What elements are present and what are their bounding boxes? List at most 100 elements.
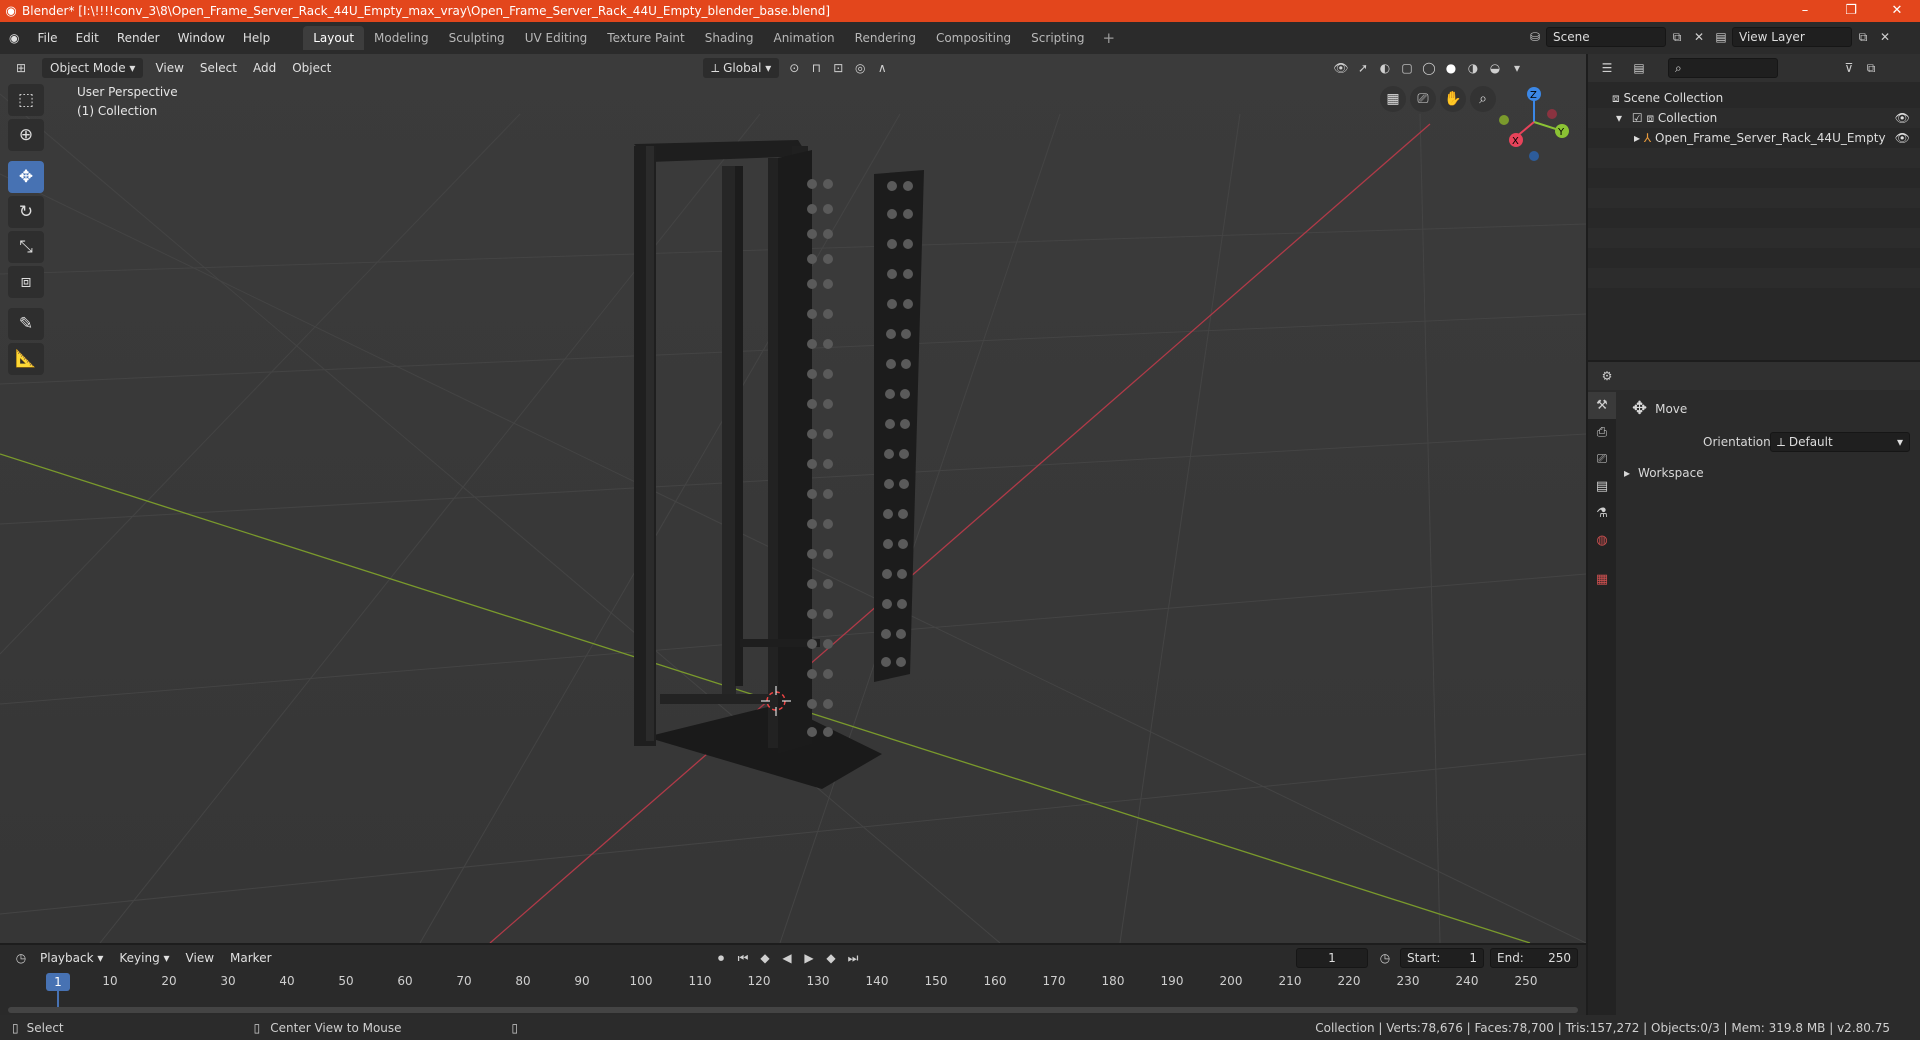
render-tab-icon[interactable]: ⎙ xyxy=(1588,419,1616,446)
editor-type-icon[interactable]: ⊞ xyxy=(10,58,32,78)
move-tool-icon[interactable]: ✥ xyxy=(8,161,44,193)
gizmo-toggle-icon[interactable]: ➚ xyxy=(1352,58,1374,78)
play-reverse-icon[interactable]: ◀ xyxy=(776,948,798,968)
snap-target-icon[interactable]: ⊡ xyxy=(827,58,849,78)
zoom-view-icon[interactable]: ⌕ xyxy=(1470,86,1496,112)
display-mode-icon[interactable]: ▤ xyxy=(1628,58,1650,78)
transform-orientation-dropdown[interactable]: ⟂ Global ▾ xyxy=(703,58,780,78)
select-box-tool-icon[interactable]: ⬚ xyxy=(8,84,44,116)
wireframe-shading-icon[interactable]: ◯ xyxy=(1418,58,1440,78)
close-button[interactable]: ✕ xyxy=(1874,0,1920,22)
tab-sculpting[interactable]: Sculpting xyxy=(439,26,515,50)
menu-help[interactable]: Help xyxy=(234,26,279,50)
view-layer-field[interactable]: View Layer xyxy=(1732,27,1852,47)
timeline-menu-keying[interactable]: Keying ▾ xyxy=(111,951,177,965)
xray-icon[interactable]: ▢ xyxy=(1396,58,1418,78)
view-layer-tab-icon[interactable]: ▤ xyxy=(1588,473,1616,500)
viewport-menu-object[interactable]: Object xyxy=(284,61,339,75)
tab-layout[interactable]: Layout xyxy=(303,26,365,50)
blender-menu-icon[interactable]: ◉ xyxy=(0,26,28,50)
object-mode-dropdown[interactable]: Object Mode ▾ xyxy=(42,58,144,78)
scene-name-field[interactable]: Scene xyxy=(1546,27,1666,47)
tool-tab-icon[interactable]: ⚒ xyxy=(1588,392,1616,419)
properties-editor-icon[interactable]: ⚙ xyxy=(1596,366,1618,386)
prev-keyframe-icon[interactable]: ◆ xyxy=(754,948,776,968)
falloff-icon[interactable]: ∧ xyxy=(871,58,893,78)
viewport-menu-select[interactable]: Select xyxy=(192,61,245,75)
cursor-tool-icon[interactable]: ⊕ xyxy=(8,119,44,151)
material-shading-icon[interactable]: ◑ xyxy=(1462,58,1484,78)
proportional-edit-icon[interactable]: ◎ xyxy=(849,58,871,78)
frame-ruler[interactable]: 1 10 20 30 40 50 60 70 80 90 100 110 120… xyxy=(0,971,1586,1013)
tab-scripting[interactable]: Scripting xyxy=(1021,26,1094,50)
jump-end-icon[interactable]: ⏭ xyxy=(842,948,864,968)
new-view-layer-icon[interactable]: ⧉ xyxy=(1852,27,1874,47)
timeline-menu-view[interactable]: View xyxy=(178,951,222,965)
view-layer-icon[interactable]: ▤ xyxy=(1710,27,1732,47)
collection-row[interactable]: ▾ ☑ ⧈ Collection 👁 xyxy=(1588,108,1920,128)
timeline-menu-marker[interactable]: Marker xyxy=(222,951,279,965)
output-tab-icon[interactable]: ⎚ xyxy=(1588,446,1616,473)
world-tab-icon[interactable]: ◍ xyxy=(1588,527,1616,554)
tab-compositing[interactable]: Compositing xyxy=(926,26,1021,50)
remove-view-layer-icon[interactable]: ✕ xyxy=(1874,27,1896,47)
outliner-editor-icon[interactable]: ☰ xyxy=(1596,58,1618,78)
orientation-dropdown[interactable]: ⟂ Default ▾ xyxy=(1770,432,1910,452)
start-frame-field[interactable]: Start: 1 xyxy=(1400,948,1484,968)
tab-modeling[interactable]: Modeling xyxy=(364,26,439,50)
menu-window[interactable]: Window xyxy=(169,26,234,50)
tab-uv-editing[interactable]: UV Editing xyxy=(515,26,598,50)
scene-tab-icon[interactable]: ⚗ xyxy=(1588,500,1616,527)
minimize-button[interactable]: – xyxy=(1782,0,1828,22)
playhead-indicator[interactable]: 1 xyxy=(46,973,70,991)
timeline-scrollbar[interactable] xyxy=(8,1007,1578,1013)
end-frame-field[interactable]: End: 250 xyxy=(1490,948,1578,968)
new-scene-icon[interactable]: ⧉ xyxy=(1666,27,1688,47)
object-row[interactable]: ▸ ⅄ Open_Frame_Server_Rack_44U_Empty 👁 xyxy=(1588,128,1920,148)
object-expand-icon[interactable]: ▸ xyxy=(1634,131,1640,145)
viewport-menu-view[interactable]: View xyxy=(147,61,191,75)
remove-scene-icon[interactable]: ✕ xyxy=(1688,27,1710,47)
workspace-panel-header[interactable]: ▸ Workspace xyxy=(1624,466,1704,480)
solid-shading-icon[interactable]: ● xyxy=(1440,58,1462,78)
outliner-search-input[interactable]: ⌕ xyxy=(1668,58,1778,78)
filter-icon[interactable]: ⊽ xyxy=(1838,58,1860,78)
expand-arrow-icon[interactable]: ▾ xyxy=(1616,111,1622,125)
rotate-tool-icon[interactable]: ↻ xyxy=(8,196,44,228)
rendered-shading-icon[interactable]: ◒ xyxy=(1484,58,1506,78)
collection-checkbox[interactable]: ☑ xyxy=(1632,111,1643,125)
snap-icon[interactable]: ⊓ xyxy=(805,58,827,78)
tab-rendering[interactable]: Rendering xyxy=(845,26,926,50)
overlays-icon[interactable]: ◐ xyxy=(1374,58,1396,78)
texture-tab-icon[interactable]: ▦ xyxy=(1588,566,1616,593)
measure-tool-icon[interactable]: 📐 xyxy=(8,343,44,375)
tab-shading[interactable]: Shading xyxy=(695,26,764,50)
clock-icon[interactable]: ◷ xyxy=(1374,948,1396,968)
shading-options-icon[interactable]: ▾ xyxy=(1506,58,1528,78)
timeline-menu-playback[interactable]: Playback ▾ xyxy=(32,951,111,965)
menu-file[interactable]: File xyxy=(28,26,66,50)
jump-start-icon[interactable]: ⏮ xyxy=(732,948,754,968)
current-frame-field[interactable]: 1 xyxy=(1296,948,1368,968)
tab-animation[interactable]: Animation xyxy=(763,26,844,50)
collection-visibility-icon[interactable]: 👁 xyxy=(1895,108,1910,128)
viewport-menu-add[interactable]: Add xyxy=(245,61,284,75)
pan-view-icon[interactable]: ✋ xyxy=(1440,86,1466,112)
annotate-tool-icon[interactable]: ✎ xyxy=(8,308,44,340)
next-keyframe-icon[interactable]: ◆ xyxy=(820,948,842,968)
menu-render[interactable]: Render xyxy=(108,26,169,50)
pivot-point-icon[interactable]: ⊙ xyxy=(783,58,805,78)
visibility-icon[interactable]: 👁 xyxy=(1330,58,1352,78)
object-visibility-icon[interactable]: 👁 xyxy=(1895,128,1910,148)
scene-selector-icon[interactable]: ⛁ xyxy=(1524,27,1546,47)
add-workspace-button[interactable]: + xyxy=(1095,29,1124,47)
3d-viewport[interactable]: Z Y X xyxy=(0,54,1586,943)
camera-view-icon[interactable]: ⎚ xyxy=(1410,86,1436,112)
transform-tool-icon[interactable]: ⧈ xyxy=(8,266,44,298)
timeline-editor-icon[interactable]: ◷ xyxy=(10,948,32,968)
menu-edit[interactable]: Edit xyxy=(67,26,108,50)
maximize-button[interactable]: ❐ xyxy=(1828,0,1874,22)
scale-tool-icon[interactable]: ⤡ xyxy=(8,231,44,263)
record-icon[interactable]: ⏺ xyxy=(710,948,732,968)
tab-texture-paint[interactable]: Texture Paint xyxy=(597,26,694,50)
